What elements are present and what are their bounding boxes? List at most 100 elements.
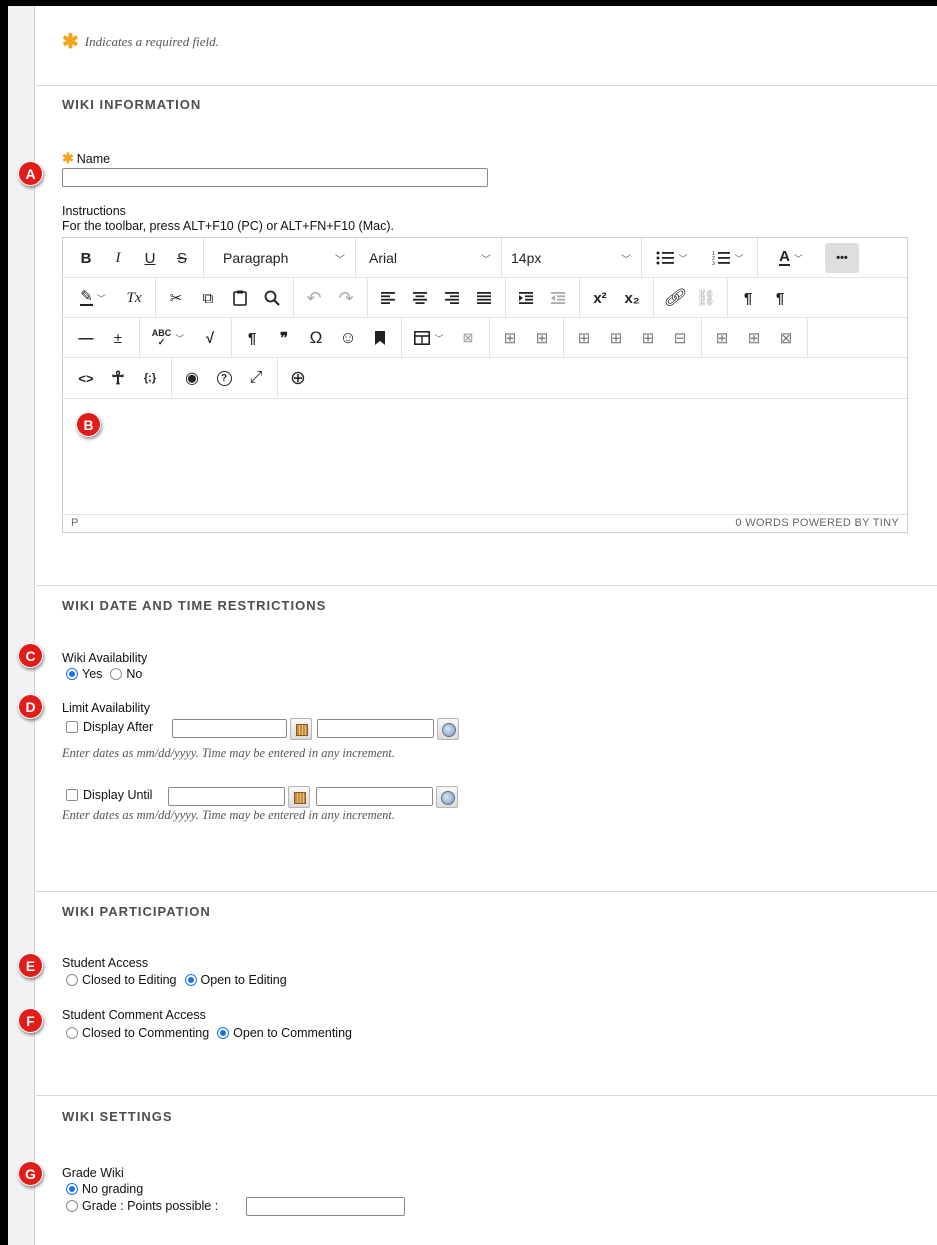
copy-button[interactable]: ⧉ — [193, 283, 223, 313]
numbered-list-button[interactable]: 123 ﹀ — [703, 243, 753, 273]
delete-table-button[interactable]: ⊠ — [453, 323, 483, 353]
word-count[interactable]: 0 WORDS POWERED BY TINY — [735, 517, 899, 529]
horizontal-line-button[interactable]: — — [71, 323, 101, 353]
align-justify-icon — [477, 292, 491, 304]
display-after-time-input[interactable] — [317, 719, 434, 738]
closed-to-editing-label: Closed to Editing — [82, 973, 177, 987]
table-insert-row-after-button[interactable]: ⊞ — [601, 323, 631, 353]
no-grading-radio[interactable] — [66, 1183, 78, 1195]
table-delete-row-button[interactable]: ⊟ — [665, 323, 695, 353]
editor-toolbar-row-4: <> ☥ {;} ◉ ? ⤢ ⊕ — [63, 358, 907, 399]
strikethrough-button[interactable]: S — [167, 243, 197, 273]
closed-to-commenting-radio[interactable] — [66, 1027, 78, 1039]
grade-radio[interactable] — [66, 1200, 78, 1212]
toolbar-separator — [203, 238, 204, 277]
table-row-props-button[interactable]: ⊞ — [495, 323, 525, 353]
subscript-button[interactable]: x₂ — [617, 283, 647, 313]
ltr-button[interactable]: ¶ — [733, 283, 763, 313]
table-insert-col-after-button[interactable]: ⊞ — [739, 323, 769, 353]
rtl-button[interactable]: ¶ — [765, 283, 795, 313]
fullscreen-button[interactable]: ⤢ — [241, 363, 271, 393]
emoji-button[interactable]: ☺ — [333, 323, 363, 353]
underline-button[interactable]: U — [135, 243, 165, 273]
toolbar-separator — [807, 318, 808, 357]
italic-button[interactable]: I — [103, 243, 133, 273]
name-input[interactable] — [62, 168, 488, 187]
table-delete-col-button[interactable]: ⊠ — [771, 323, 801, 353]
text-color-button[interactable]: A ﹀ — [763, 243, 819, 273]
required-note-text: Indicates a required field. — [84, 34, 219, 49]
font-family-value: Arial — [369, 250, 398, 266]
font-size-select[interactable]: 14px ﹀ — [503, 243, 637, 273]
highlight-color-button[interactable]: ✎ ﹀ — [71, 283, 115, 313]
calendar-icon[interactable] — [290, 718, 312, 740]
link-button[interactable]: 🔗︎ — [659, 283, 689, 313]
closed-to-editing-radio[interactable] — [66, 974, 78, 986]
display-after-date-input[interactable] — [172, 719, 287, 738]
special-character-button[interactable]: Ω — [301, 323, 331, 353]
callout-badge-a: A — [18, 161, 43, 186]
wiki-form: ✱ Indicates a required field. WIKI INFOR… — [18, 6, 937, 1245]
table-cell-props-button[interactable]: ⊞ — [527, 323, 557, 353]
mashup-button[interactable]: {;} — [135, 363, 165, 393]
help-button[interactable]: ? — [209, 363, 239, 393]
cut-button[interactable]: ✂ — [161, 283, 191, 313]
toolbar-separator — [757, 238, 758, 277]
source-code-button[interactable]: <> — [71, 363, 101, 393]
unlink-icon: ⛓︎ — [695, 290, 717, 307]
more-toolbar-button[interactable]: ••• — [825, 243, 859, 273]
add-content-button[interactable]: ⊕ — [283, 363, 313, 393]
align-left-button[interactable] — [373, 283, 403, 313]
redo-button[interactable]: ↷ — [331, 283, 361, 313]
editor-content-area[interactable] — [63, 399, 907, 514]
show-blocks-button[interactable]: ¶ — [237, 323, 267, 353]
instructions-editor: B I U S Paragraph ﹀ Arial ﹀ 14px ﹀ ﹀ 1 2… — [62, 237, 908, 533]
outdent-button[interactable] — [543, 283, 573, 313]
undo-button[interactable]: ↶ — [299, 283, 329, 313]
table-button[interactable]: ﹀ — [407, 323, 451, 353]
spellcheck-button[interactable]: ABC ✓ ﹀ — [145, 323, 191, 353]
clear-formatting-button[interactable]: Tx — [119, 283, 149, 313]
font-family-select[interactable]: Arial ﹀ — [359, 243, 497, 273]
superscript-button[interactable]: x² — [585, 283, 615, 313]
chevron-down-icon: ﹀ — [434, 333, 444, 344]
element-path[interactable]: P — [71, 517, 78, 529]
toolbar-separator — [277, 358, 278, 397]
clock-icon[interactable] — [436, 786, 458, 808]
align-center-button[interactable] — [405, 283, 435, 313]
table-insert-row-before-button[interactable]: ⊞ — [569, 323, 599, 353]
unlink-button[interactable]: ⛓︎ — [691, 283, 721, 313]
open-to-commenting-radio[interactable] — [217, 1027, 230, 1039]
bullet-list-button[interactable]: ﹀ — [647, 243, 697, 273]
editor-toolbar-row-1: B I U S Paragraph ﹀ Arial ﹀ 14px ﹀ ﹀ 1 2… — [63, 238, 907, 278]
display-until-checkbox[interactable] — [66, 789, 78, 801]
table-insert-col-button[interactable]: ⊞ — [633, 323, 663, 353]
block-format-select[interactable]: Paragraph ﹀ — [211, 243, 351, 273]
open-to-editing-radio[interactable] — [184, 974, 197, 986]
points-possible-input[interactable] — [246, 1197, 405, 1216]
calendar-icon[interactable] — [288, 786, 310, 808]
bold-button[interactable]: B — [71, 243, 101, 273]
chevron-down-icon: ﹀ — [481, 255, 491, 266]
availability-no-radio[interactable] — [110, 668, 123, 680]
display-until-time-input[interactable] — [316, 787, 433, 806]
indent-button[interactable] — [511, 283, 541, 313]
insert-content-button[interactable]: ± — [103, 323, 133, 353]
bookmark-button[interactable] — [365, 323, 395, 353]
toolbar-separator — [401, 318, 402, 357]
clock-icon[interactable] — [437, 718, 459, 740]
math-button[interactable]: √ — [195, 323, 225, 353]
blockquote-button[interactable]: ❞ — [269, 323, 299, 353]
paste-button[interactable] — [225, 283, 255, 313]
display-until-date-input[interactable] — [168, 787, 285, 806]
preview-button[interactable]: ◉ — [177, 363, 207, 393]
table-col-icon: ⊞ — [747, 330, 761, 347]
table-insert-col-before-button[interactable]: ⊞ — [707, 323, 737, 353]
align-right-button[interactable] — [437, 283, 467, 313]
justify-button[interactable] — [469, 283, 499, 313]
find-button[interactable] — [257, 283, 287, 313]
section-divider — [36, 85, 937, 86]
availability-yes-radio[interactable] — [66, 668, 78, 680]
accessibility-button[interactable]: ☥ — [103, 363, 133, 393]
display-after-checkbox[interactable] — [66, 721, 78, 733]
